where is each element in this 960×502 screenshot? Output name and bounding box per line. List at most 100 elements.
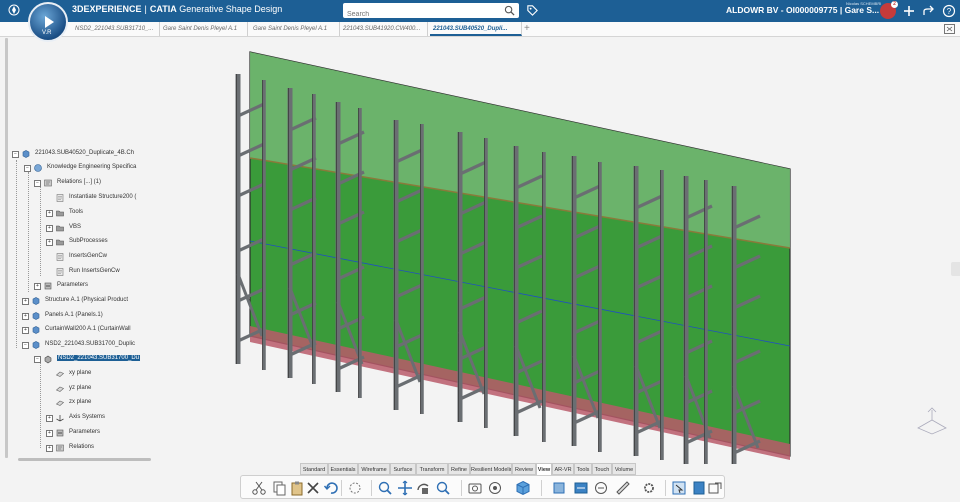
compass-logo[interactable]: V.R — [28, 2, 68, 42]
toolbar-tab-touch[interactable]: Touch — [592, 463, 612, 475]
undo-icon[interactable] — [323, 480, 339, 496]
collapse-node-icon[interactable]: − — [34, 180, 41, 187]
tree-node-label: Instantiate Structure200 ( — [69, 194, 137, 200]
tree-line — [28, 172, 29, 292]
parameters-icon — [56, 429, 64, 437]
toolbar-tab-tools[interactable]: Tools — [574, 463, 592, 475]
capture-icon[interactable] — [467, 480, 483, 496]
collapse-node-icon[interactable]: − — [24, 165, 31, 172]
swap-icon[interactable] — [593, 480, 609, 496]
add-tab-icon[interactable]: + — [524, 22, 530, 36]
product-icon — [32, 326, 40, 334]
paste-icon[interactable] — [289, 480, 305, 496]
tree-node-label: NSD2_221043.SUB31700_Du — [57, 355, 141, 361]
toolbar-separator — [461, 480, 462, 496]
isometric-icon[interactable] — [551, 480, 567, 496]
search-icon[interactable] — [504, 5, 515, 16]
tree-node-label: NSD2_221043.SUB31700_Duplic — [45, 341, 136, 347]
toolbar-tab-surface[interactable]: Surface — [390, 463, 416, 475]
notification-badge: 2 — [891, 1, 898, 8]
expand-node-icon[interactable]: + — [46, 415, 53, 422]
toolbar-tab-wireframe[interactable]: Wireframe — [358, 463, 390, 475]
cut-icon[interactable] — [251, 480, 267, 496]
expand-node-icon[interactable]: + — [22, 313, 29, 320]
tree-scrollbar[interactable] — [18, 458, 151, 461]
search-input[interactable] — [343, 7, 501, 22]
script-icon — [56, 253, 64, 261]
tree-line — [16, 160, 17, 348]
tree-node-label: Structure A.1 (Physical Product — [45, 297, 129, 303]
rotate-icon[interactable] — [415, 480, 431, 496]
zoom-fit-icon[interactable] — [377, 480, 393, 496]
properties-icon[interactable] — [691, 480, 707, 496]
action-bar — [240, 475, 725, 499]
view-cube-icon[interactable] — [515, 480, 531, 496]
share-icon[interactable] — [922, 4, 936, 18]
settings-icon[interactable] — [641, 480, 657, 496]
expand-node-icon[interactable]: + — [34, 283, 41, 290]
tree-node-label: SubProcesses — [69, 238, 108, 244]
toolbar-tab-refine[interactable]: Refine — [448, 463, 470, 475]
plus-icon[interactable] — [902, 4, 916, 18]
tab-document-2[interactable]: Gare Saint Denis Pleyel A.1 — [160, 22, 248, 36]
tree-node-label: VBS — [69, 224, 82, 230]
expand-node-icon[interactable]: + — [46, 445, 53, 452]
tab-document-3[interactable]: Gare Saint Denis Pleyel A.1 — [250, 22, 340, 36]
knowledge-icon — [34, 164, 42, 172]
toolbar-tab-volume[interactable]: Volume — [612, 463, 636, 475]
tree-node-label: yz plane — [69, 385, 92, 391]
product-icon — [32, 312, 40, 320]
toolbar-tab-resilient-modeling[interactable]: Resilient Modeling — [470, 463, 512, 475]
tree-node-label: xy plane — [69, 370, 92, 376]
expand-node-icon[interactable]: + — [46, 225, 53, 232]
company-context[interactable]: ALDOWR BV - OI000009775 | Gare S... ⌄ — [726, 5, 889, 16]
part-icon — [44, 355, 52, 364]
tree-node-label: Relations — [69, 444, 95, 450]
zoom-icon[interactable] — [435, 480, 451, 496]
toolbar-tab-essentials[interactable]: Essentials — [328, 463, 358, 475]
measure-icon[interactable] — [615, 480, 631, 496]
plane-icon — [55, 386, 65, 392]
expand-icon[interactable] — [944, 24, 955, 34]
copy-icon[interactable] — [271, 480, 287, 496]
help-icon[interactable]: ? — [942, 4, 956, 18]
collapse-node-icon[interactable]: − — [22, 342, 29, 349]
expand-node-icon[interactable]: + — [46, 430, 53, 437]
render-icon[interactable] — [487, 480, 503, 496]
toolbar-tab-view[interactable]: View — [536, 463, 552, 475]
toolbar-tab-review[interactable]: Review — [512, 463, 536, 475]
expand-node-icon[interactable]: + — [22, 298, 29, 305]
tree-node-label: Parameters — [57, 282, 89, 288]
specification-tree: − 221043.SUB40520_Duplicate_4B.Ch − Knowled… — [0, 0, 160, 502]
folder-icon — [56, 210, 64, 217]
expand-node-icon[interactable]: + — [46, 210, 53, 217]
product-icon — [32, 341, 40, 349]
tag-icon[interactable] — [526, 4, 539, 17]
update-icon[interactable] — [347, 480, 363, 496]
search-box[interactable] — [343, 3, 519, 22]
toolbar-tab-standard[interactable]: Standard — [300, 463, 328, 475]
robot-compass-icon[interactable] — [914, 406, 950, 436]
hide-show-icon[interactable] — [573, 480, 589, 496]
toolbar-tab-transform[interactable]: Transform — [416, 463, 448, 475]
tree-node-label: InsertsGenCw — [69, 253, 108, 259]
svg-text:?: ? — [947, 7, 952, 16]
collapse-node-icon[interactable]: − — [12, 151, 19, 158]
panel-handle[interactable] — [951, 262, 960, 276]
script-icon — [56, 194, 64, 202]
plane-icon — [55, 400, 65, 406]
share-icon[interactable] — [707, 480, 723, 496]
collapse-node-icon[interactable]: − — [34, 356, 41, 363]
toolbar-tab-ar-vr[interactable]: AR-VR — [552, 463, 574, 475]
expand-node-icon[interactable]: + — [46, 239, 53, 246]
expand-node-icon[interactable]: + — [22, 327, 29, 334]
tree-node-label: Tools — [69, 209, 84, 215]
tab-document-5[interactable]: 221043.SUB40520_Dupli... — [430, 22, 522, 36]
select-icon[interactable] — [671, 480, 687, 496]
pan-icon[interactable] — [397, 480, 413, 496]
tab-document-4[interactable]: 221043.SUB41920.CW400... — [340, 22, 428, 36]
curtain-wall-model[interactable] — [160, 36, 960, 476]
product-icon — [32, 297, 40, 305]
delete-icon[interactable] — [305, 480, 321, 496]
3d-viewport[interactable] — [160, 36, 960, 476]
